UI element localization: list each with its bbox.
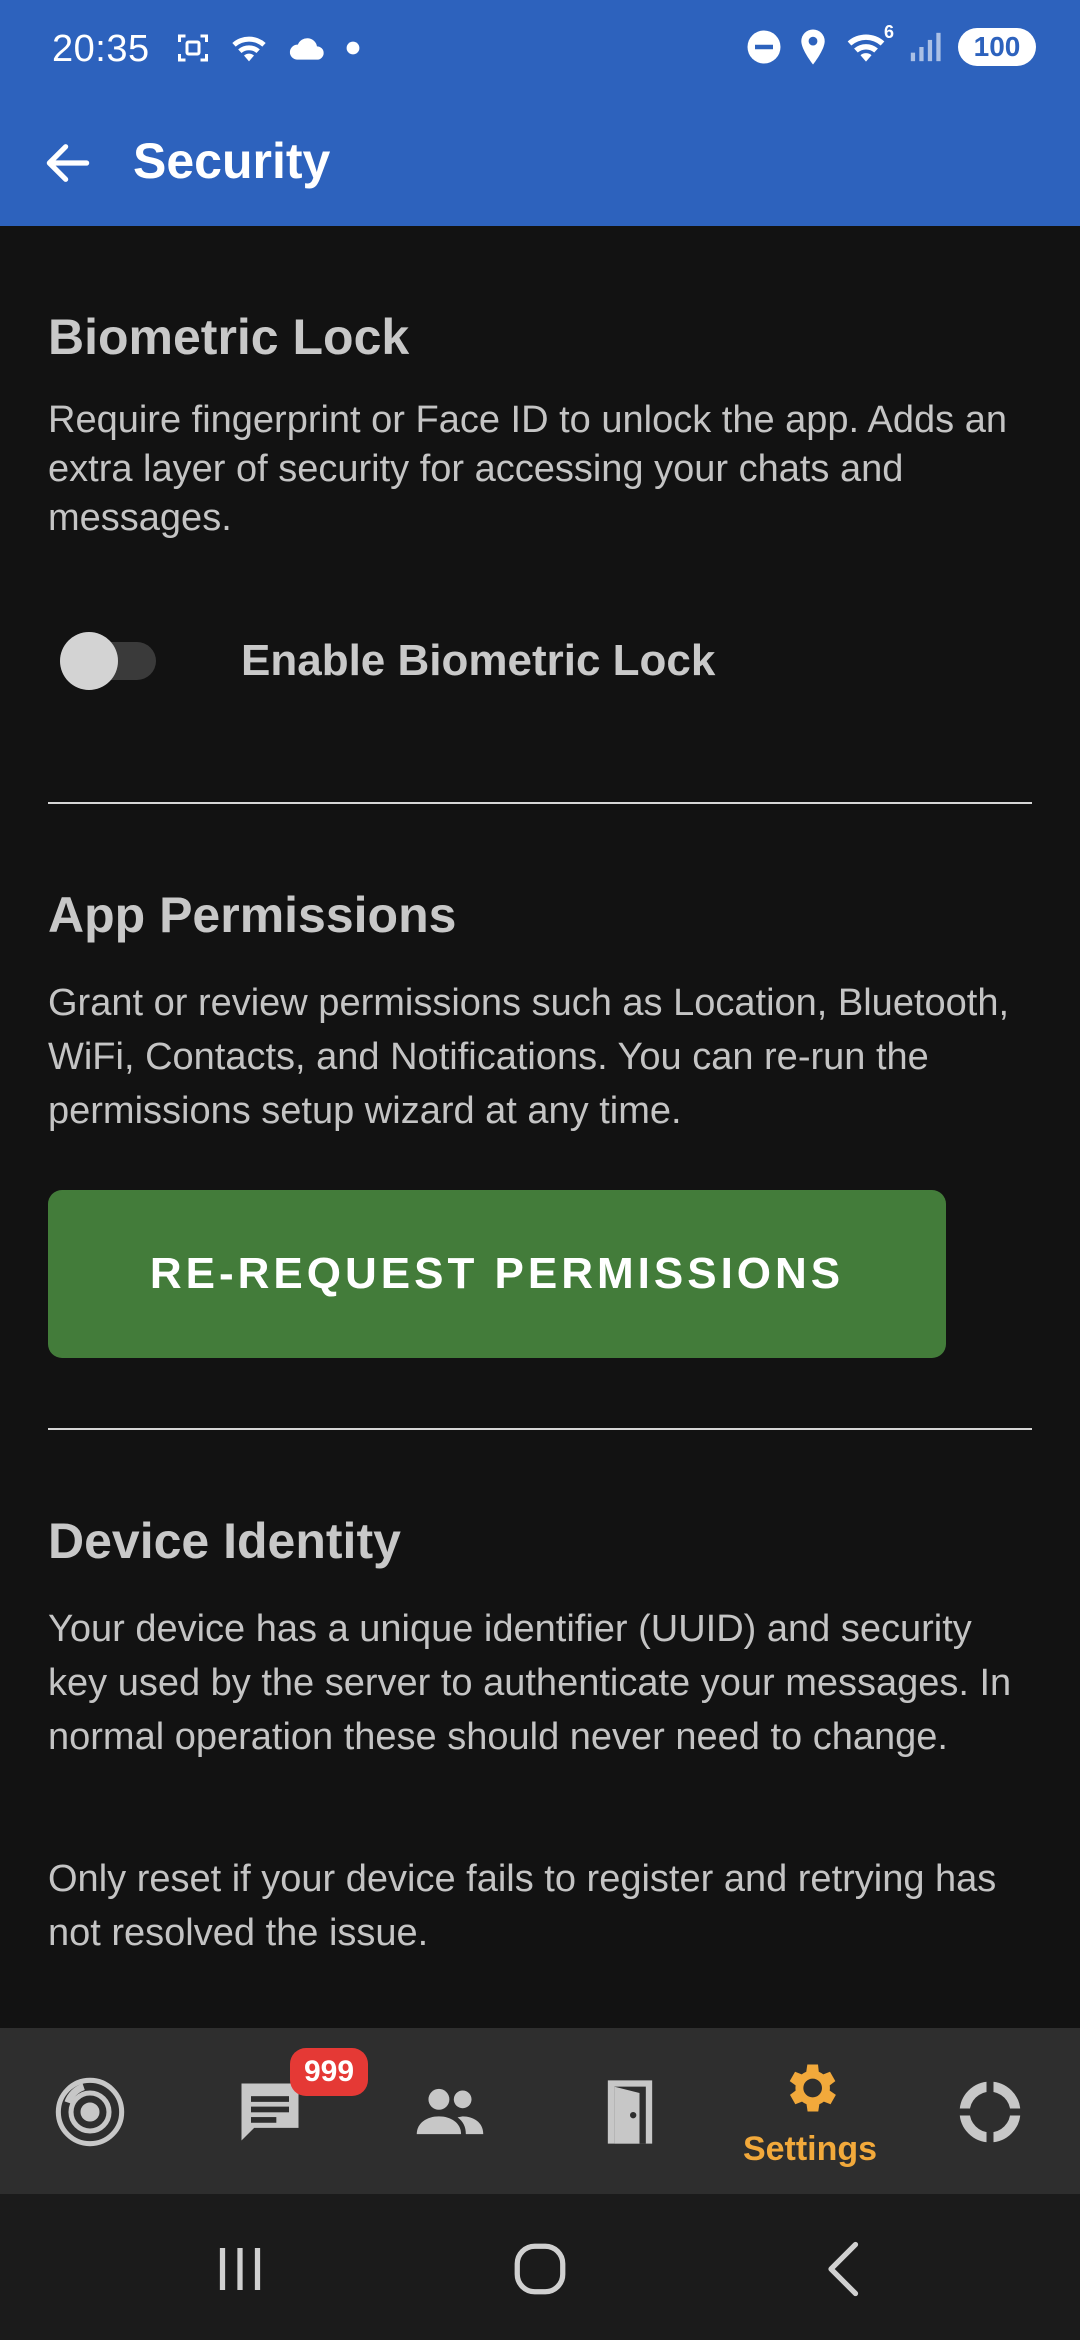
lifebuoy-icon bbox=[958, 2080, 1022, 2144]
wifi-data-icon bbox=[847, 34, 885, 62]
permissions-title: App Permissions bbox=[48, 887, 457, 943]
device-identity-description: Your device has a unique identifier (UUI… bbox=[48, 1608, 1012, 1758]
re-request-permissions-button[interactable]: RE-REQUEST PERMISSIONS bbox=[48, 1190, 946, 1358]
nav-item-door[interactable] bbox=[540, 2028, 720, 2194]
biometric-toggle[interactable] bbox=[60, 626, 156, 690]
bottom-nav: 999 Settings bbox=[0, 2028, 1080, 2194]
people-icon bbox=[416, 2088, 484, 2135]
radar-icon bbox=[55, 2077, 125, 2147]
unread-badge: 999 bbox=[290, 2048, 368, 2096]
battery-icon: 100 bbox=[958, 28, 1036, 66]
biometric-toggle-label[interactable]: Enable Biometric Lock bbox=[241, 626, 715, 696]
nav-item-settings[interactable]: Settings bbox=[720, 2028, 900, 2194]
door-icon bbox=[607, 2080, 653, 2144]
recent-apps-icon[interactable] bbox=[200, 2234, 280, 2304]
status-right-icons: 6 100 bbox=[746, 22, 1036, 66]
back-arrow-icon[interactable] bbox=[40, 135, 96, 191]
back-icon[interactable] bbox=[805, 2234, 885, 2304]
dot-icon bbox=[346, 41, 360, 55]
nav-item-support[interactable] bbox=[900, 2028, 1080, 2194]
cloud-icon bbox=[289, 38, 324, 60]
system-nav-bar bbox=[0, 2194, 1080, 2340]
device-identity-title: Device Identity bbox=[48, 1513, 401, 1569]
page-title: Security bbox=[133, 133, 331, 189]
toggle-thumb bbox=[60, 632, 118, 690]
app-bar: Security bbox=[0, 100, 1080, 226]
status-left-icons bbox=[175, 30, 361, 66]
nav-item-people[interactable] bbox=[360, 2028, 540, 2194]
device-identity-note: Only reset if your device fails to regis… bbox=[48, 1858, 997, 1954]
home-icon[interactable] bbox=[500, 2234, 580, 2304]
nav-item-radar[interactable] bbox=[0, 2028, 180, 2194]
signal-icon bbox=[910, 32, 941, 62]
wifi-icon bbox=[232, 36, 266, 62]
biometric-description: Require fingerprint or Face ID to unlock… bbox=[48, 399, 1007, 539]
screenshot-icon bbox=[178, 34, 208, 62]
gear-icon bbox=[789, 2064, 836, 2112]
nav-label-settings: Settings bbox=[742, 2130, 878, 2168]
permissions-description: Grant or review permissions such as Loca… bbox=[48, 982, 1010, 1132]
status-bar: 20:35 6 100 bbox=[0, 0, 1080, 100]
location-icon bbox=[801, 29, 825, 65]
wifi-data-indicator: 6 bbox=[844, 22, 894, 66]
status-time: 20:35 bbox=[52, 28, 150, 70]
battery-level: 100 bbox=[973, 31, 1021, 62]
do-not-disturb-icon bbox=[747, 30, 781, 64]
biometric-title: Biometric Lock bbox=[48, 309, 410, 365]
divider bbox=[48, 1428, 1032, 1430]
divider bbox=[48, 802, 1032, 804]
network-sub-label: 6 bbox=[883, 22, 894, 42]
